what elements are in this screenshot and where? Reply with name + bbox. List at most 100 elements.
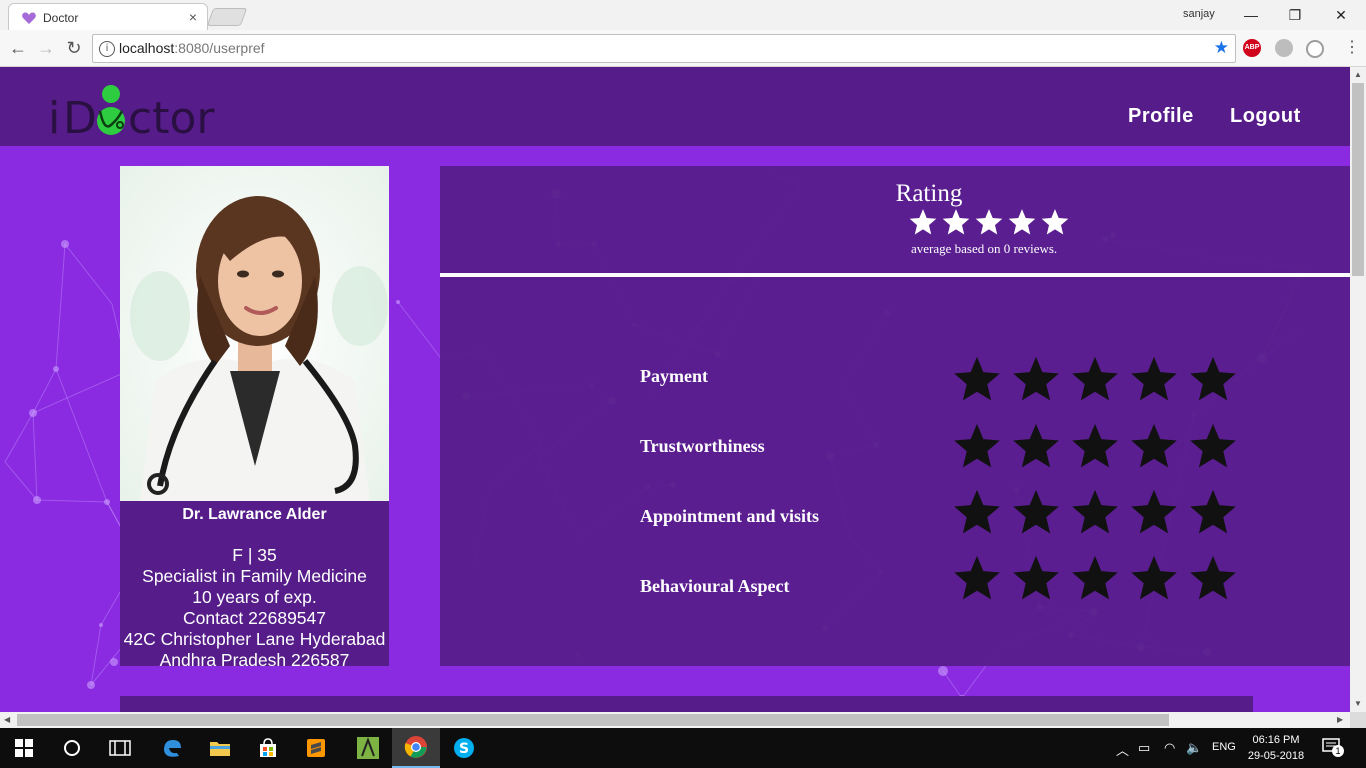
horizontal-scroll-thumb[interactable]: [17, 714, 1169, 726]
doctor-contact: Contact 22689547: [182, 608, 327, 628]
windows-logo-icon: [15, 739, 33, 757]
criterion-appointment-star-3-icon[interactable]: [1072, 489, 1118, 534]
tab-title: Doctor: [43, 11, 79, 25]
doctor-address-line1: 42C Christopher Lane Hyderabad: [123, 629, 386, 649]
criterion-trustworthiness-star-5-icon[interactable]: [1190, 423, 1236, 468]
back-arrow-icon[interactable]: ←: [6, 36, 30, 60]
language-indicator[interactable]: ENG: [1212, 741, 1236, 753]
edge-app-button[interactable]: [148, 728, 196, 768]
maximize-button[interactable]: ❐: [1272, 2, 1318, 28]
url-text[interactable]: localhost:8080/userpref: [119, 40, 265, 56]
criterion-payment-star-2-icon[interactable]: [1013, 356, 1059, 401]
criterion-payment-star-1-icon[interactable]: [954, 356, 1000, 401]
criterion-trustworthiness-star-1-icon[interactable]: [954, 423, 1000, 468]
chrome-app-button[interactable]: [392, 728, 440, 768]
criterion-payment-star-5-icon[interactable]: [1190, 356, 1236, 401]
scroll-left-arrow-icon[interactable]: ◀: [4, 715, 10, 724]
average-rating-star-4-icon: [1008, 209, 1036, 235]
criterion-behavioural-star-2-icon[interactable]: [1013, 555, 1059, 600]
average-rating-star-5-icon: [1041, 209, 1069, 235]
notification-center-icon[interactable]: 1: [1322, 738, 1344, 757]
heart-favicon-icon: [22, 12, 36, 24]
vertical-scrollbar[interactable]: ▲ ▼: [1350, 67, 1366, 712]
criterion-payment-star-4-icon[interactable]: [1131, 356, 1177, 401]
browser-tab[interactable]: Doctor ×: [8, 3, 208, 31]
nav-link-profile[interactable]: Profile: [1128, 105, 1194, 128]
nav-link-logout[interactable]: Logout: [1230, 105, 1301, 128]
close-window-button[interactable]: ✕: [1318, 2, 1364, 28]
horizontal-scrollbar[interactable]: ◀ ▶: [0, 712, 1350, 728]
criterion-stars-payment: [953, 355, 1237, 408]
chrome-icon: [404, 736, 427, 758]
criterion-stars-behavioural: [953, 554, 1237, 607]
address-bar[interactable]: i localhost:8080/userpref ★: [92, 34, 1236, 63]
start-button[interactable]: [0, 728, 48, 768]
vertical-scroll-thumb[interactable]: [1352, 83, 1364, 276]
search-button[interactable]: [48, 728, 96, 768]
page-content: i D ctor Profile Logout Dr. Lawrance Ald…: [0, 67, 1350, 712]
new-tab-button[interactable]: [206, 8, 248, 26]
task-view-button[interactable]: [96, 728, 144, 768]
system-clock[interactable]: 06:16 PM 29-05-2018: [1246, 732, 1306, 764]
rating-title: Rating: [895, 180, 963, 207]
shield-extension-icon[interactable]: [1306, 40, 1324, 58]
site-info-icon[interactable]: i: [99, 41, 115, 57]
store-button[interactable]: [244, 728, 292, 768]
idoctor-logo[interactable]: i D ctor: [48, 81, 218, 137]
minimize-button[interactable]: —: [1228, 2, 1274, 28]
criterion-payment-star-3-icon[interactable]: [1072, 356, 1118, 401]
browser-menu-icon[interactable]: ⋮: [1344, 38, 1360, 58]
criterion-behavioural-star-5-icon[interactable]: [1190, 555, 1236, 600]
doctor-gender-age: F | 35: [232, 545, 277, 565]
doctor-photo: [120, 166, 389, 501]
show-hidden-icons-chevron-icon[interactable]: ︿: [1116, 740, 1129, 759]
divider: [440, 273, 1350, 277]
wifi-icon[interactable]: ◠: [1164, 740, 1175, 756]
average-rating-text: average based on 0 reviews.: [911, 241, 1058, 256]
scroll-down-arrow-icon[interactable]: ▼: [1354, 699, 1362, 708]
doctor-experience: 10 years of exp.: [192, 587, 317, 607]
criterion-label-payment: Payment: [640, 366, 708, 386]
reload-icon[interactable]: ↻: [62, 36, 86, 60]
app-button[interactable]: [344, 728, 392, 768]
doctor-address-line2: Andhra Pradesh 226587: [159, 650, 350, 670]
power-icon[interactable]: ▭: [1138, 740, 1150, 756]
average-rating-star-2-icon: [942, 209, 970, 235]
url-path: :8080/userpref: [174, 40, 265, 56]
app-icon: [357, 737, 379, 759]
forward-arrow-icon[interactable]: →: [34, 36, 58, 60]
criterion-trustworthiness-star-3-icon[interactable]: [1072, 423, 1118, 468]
rating-panel: Rating average based on 0 reviews. Payme…: [440, 166, 1350, 666]
browser-toolbar: ← → ↻ i localhost:8080/userpref ★ ABP ⋮: [0, 30, 1366, 67]
task-view-icon: [109, 740, 131, 756]
doctor-name: Dr. Lawrance Alder: [182, 506, 327, 523]
criterion-behavioural-star-1-icon[interactable]: [954, 555, 1000, 600]
svg-text:ctor: ctor: [128, 93, 215, 137]
scroll-right-arrow-icon[interactable]: ▶: [1337, 715, 1343, 724]
criterion-appointment-star-1-icon[interactable]: [954, 489, 1000, 534]
sublime-text-button[interactable]: [292, 728, 340, 768]
criterion-trustworthiness-star-2-icon[interactable]: [1013, 423, 1059, 468]
notification-count-badge: 1: [1332, 745, 1344, 757]
criterion-appointment-star-2-icon[interactable]: [1013, 489, 1059, 534]
criterion-stars-trustworthiness: [953, 422, 1237, 475]
criterion-appointment-star-5-icon[interactable]: [1190, 489, 1236, 534]
criterion-trustworthiness-star-4-icon[interactable]: [1131, 423, 1177, 468]
browser-profile-name[interactable]: sanjay: [1183, 8, 1215, 20]
tab-close-icon[interactable]: ×: [189, 9, 197, 25]
bottom-section: [120, 696, 1253, 712]
adblock-plus-extension-icon[interactable]: ABP: [1243, 39, 1261, 57]
svg-text:D: D: [63, 93, 97, 137]
scrollbar-corner: [1350, 712, 1366, 728]
criterion-appointment-star-4-icon[interactable]: [1131, 489, 1177, 534]
bookmark-star-icon[interactable]: ★: [1214, 38, 1229, 58]
skype-app-button[interactable]: S: [440, 728, 488, 768]
scroll-up-arrow-icon[interactable]: ▲: [1354, 70, 1362, 79]
volume-icon[interactable]: 🔈: [1186, 740, 1202, 756]
extension-icon[interactable]: [1275, 39, 1293, 57]
file-explorer-button[interactable]: [196, 728, 244, 768]
edge-icon: [164, 740, 181, 757]
criterion-behavioural-star-4-icon[interactable]: [1131, 555, 1177, 600]
store-bag-icon: [260, 738, 276, 757]
criterion-behavioural-star-3-icon[interactable]: [1072, 555, 1118, 600]
